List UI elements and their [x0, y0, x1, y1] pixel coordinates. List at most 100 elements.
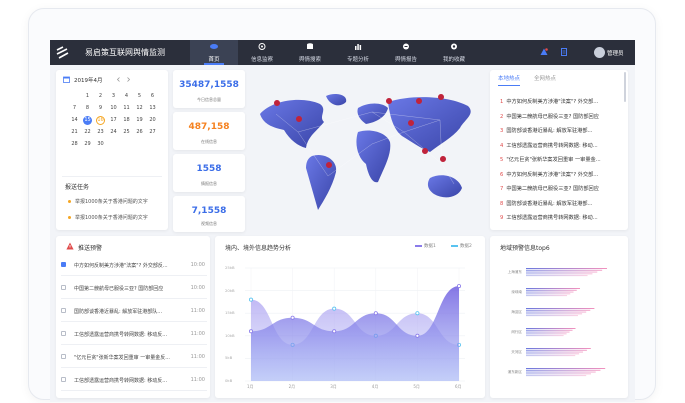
top6-bar	[526, 368, 606, 369]
calendar-day[interactable]: 10	[107, 104, 120, 113]
nav-label: 首页	[208, 57, 220, 63]
data-point[interactable]	[332, 306, 337, 311]
data-point[interactable]	[249, 297, 254, 302]
nav-monitor[interactable]: 信息监察	[238, 40, 286, 65]
calendar-day[interactable]: 21	[68, 128, 81, 137]
calendar-icon	[63, 76, 70, 83]
tab-global-hot[interactable]: 全网热点	[534, 74, 556, 85]
x-tick-label: 4月	[371, 384, 379, 389]
alert-bell-icon[interactable]	[540, 48, 548, 56]
data-point[interactable]	[373, 311, 378, 316]
row-checkbox[interactable]	[61, 262, 66, 267]
top6-bar	[526, 369, 601, 371]
top6-bar	[526, 353, 580, 355]
calendar-day[interactable]: 20	[146, 116, 159, 125]
row-checkbox[interactable]	[61, 308, 66, 313]
task-item[interactable]: 举报1000条关于香港问题的文字	[68, 198, 148, 205]
hot-item[interactable]: 7 中国第二艘航母已服役三亚? 国防部回应	[500, 185, 612, 192]
data-point[interactable]	[332, 329, 337, 334]
row-checkbox[interactable]	[61, 354, 66, 359]
stat-card-video[interactable]: 7,1558 视频信息	[173, 196, 245, 232]
username[interactable]: 管理员	[607, 49, 624, 57]
push-time: 10:00	[190, 285, 205, 291]
chevron-left-icon[interactable]	[116, 77, 121, 82]
stat-card-online[interactable]: 487,158 在线信息	[173, 112, 245, 150]
calendar-day[interactable]: 28	[68, 140, 81, 149]
calendar-day[interactable]: 13	[146, 104, 159, 113]
push-text: 中国第二艘航母已服役三亚? 国防部回应	[74, 286, 164, 292]
stat-card-intel[interactable]: 1558 情报信息	[173, 154, 245, 192]
push-row[interactable]: 中方如何反制美方涉港"法案"? 外交部反... 10:00	[61, 254, 207, 276]
calendar-day[interactable]: 18	[120, 116, 133, 125]
calendar-day[interactable]: 17	[107, 116, 120, 125]
calendar-day[interactable]: 14	[68, 116, 81, 125]
calendar-day[interactable]: 11	[120, 104, 133, 113]
push-row[interactable]: 中国第二艘航母已服役三亚? 国防部回应 10:00	[61, 277, 207, 299]
hot-text: 工信部透露运营商携号转网数据: 移动...	[506, 142, 598, 149]
push-row[interactable]: "亿元巨贪"张新华案发回重审 一审量金反... 11:00	[61, 346, 207, 368]
calendar-day[interactable]: 22	[81, 128, 94, 137]
row-checkbox[interactable]	[61, 331, 66, 336]
calendar-day[interactable]: 29	[81, 140, 94, 149]
calendar-day[interactable]: 25	[120, 128, 133, 137]
nav-favorites[interactable]: 我的收藏	[430, 40, 478, 65]
tab-local-hot[interactable]: 本地热点	[498, 74, 521, 86]
hot-item[interactable]: 2 中国第二艘航母已服役三亚? 国防部回应	[500, 113, 612, 120]
calendar-day[interactable]: 9	[94, 104, 107, 113]
push-row[interactable]: 工信部透露运营商携号转网数据: 移动反... 11:00	[61, 369, 207, 391]
calendar-day[interactable]: 24	[107, 128, 120, 137]
row-checkbox[interactable]	[61, 377, 66, 382]
data-point[interactable]	[415, 333, 420, 338]
hot-item[interactable]: 4 工信部透露运营商携号转网数据: 移动...	[500, 142, 612, 149]
nav-search[interactable]: 舆情搜索	[286, 40, 334, 65]
calendar-day[interactable]: 6	[146, 92, 159, 101]
calendar-day[interactable]: 4	[120, 92, 133, 101]
world-map[interactable]	[254, 92, 486, 220]
hot-item[interactable]: 8 国防部谈香港近暴乱: 解放军驻港部...	[500, 200, 612, 207]
calendar-day[interactable]: 19	[133, 116, 146, 125]
calendar-day[interactable]: 1	[81, 92, 94, 101]
hot-item[interactable]: 6 中方如何反制美方涉港"法案"? 外交部...	[500, 171, 612, 178]
top6-bar	[526, 328, 576, 329]
document-icon[interactable]	[560, 48, 568, 56]
stat-value: 35487,1558	[179, 80, 239, 90]
chevron-right-icon[interactable]	[126, 77, 131, 82]
data-point[interactable]	[415, 311, 420, 316]
push-row[interactable]: 工信部透露运营商携号转网数据: 移动反... 11:00	[61, 323, 207, 345]
data-point[interactable]	[290, 315, 295, 320]
calendar-day[interactable]: 15	[83, 116, 92, 125]
scrollbar[interactable]	[624, 72, 626, 102]
stat-label: 今日信息总量	[197, 97, 221, 102]
calendar-day[interactable]: 5	[133, 92, 146, 101]
nav-analysis[interactable]: 专题分析	[334, 40, 382, 65]
top6-bar	[526, 268, 607, 269]
task-item[interactable]: 举报1000条关于香港问题的文字	[68, 214, 148, 221]
nav-home[interactable]: 首页	[190, 40, 238, 65]
calendar-day[interactable]: 2	[94, 92, 107, 101]
calendar-day[interactable]: 8	[81, 104, 94, 113]
hot-item[interactable]: 1 中方如何反制美方涉港"法案"? 外交部...	[500, 98, 612, 105]
calendar-day[interactable]: 7	[68, 104, 81, 113]
calendar-day[interactable]: 16	[96, 116, 105, 125]
data-point[interactable]	[249, 329, 254, 334]
calendar-day[interactable]: 27	[146, 128, 159, 137]
trend-chart[interactable]	[215, 236, 485, 398]
top6-bar	[526, 331, 570, 333]
hot-item[interactable]: 9 工信部透露运营商携号转网数据: 移动...	[500, 214, 612, 221]
hot-item[interactable]: 3 国防部谈香港近暴乱: 解放军驻港部...	[500, 127, 612, 134]
data-point[interactable]	[456, 284, 461, 289]
calendar-day[interactable]: 26	[133, 128, 146, 137]
nav-report[interactable]: 舆情报告	[382, 40, 430, 65]
calendar-day[interactable]: 23	[94, 128, 107, 137]
calendar-day[interactable]: 12	[133, 104, 146, 113]
calendar-day[interactable]: 3	[107, 92, 120, 101]
hot-item[interactable]: 5 "亿元巨贪"张新华案发回重审 一审量金...	[500, 156, 612, 163]
stat-card-total[interactable]: 35487,1558 今日信息总量	[173, 70, 245, 108]
avatar[interactable]	[594, 47, 605, 58]
calendar-day[interactable]: 30	[94, 140, 107, 149]
logo-icon	[56, 46, 69, 59]
row-checkbox[interactable]	[61, 285, 66, 290]
home-icon	[210, 44, 218, 49]
push-row[interactable]: 国防部谈香港近暴乱: 解放军驻港部队... 11:00	[61, 300, 207, 322]
push-title: 推送预警	[78, 245, 103, 252]
